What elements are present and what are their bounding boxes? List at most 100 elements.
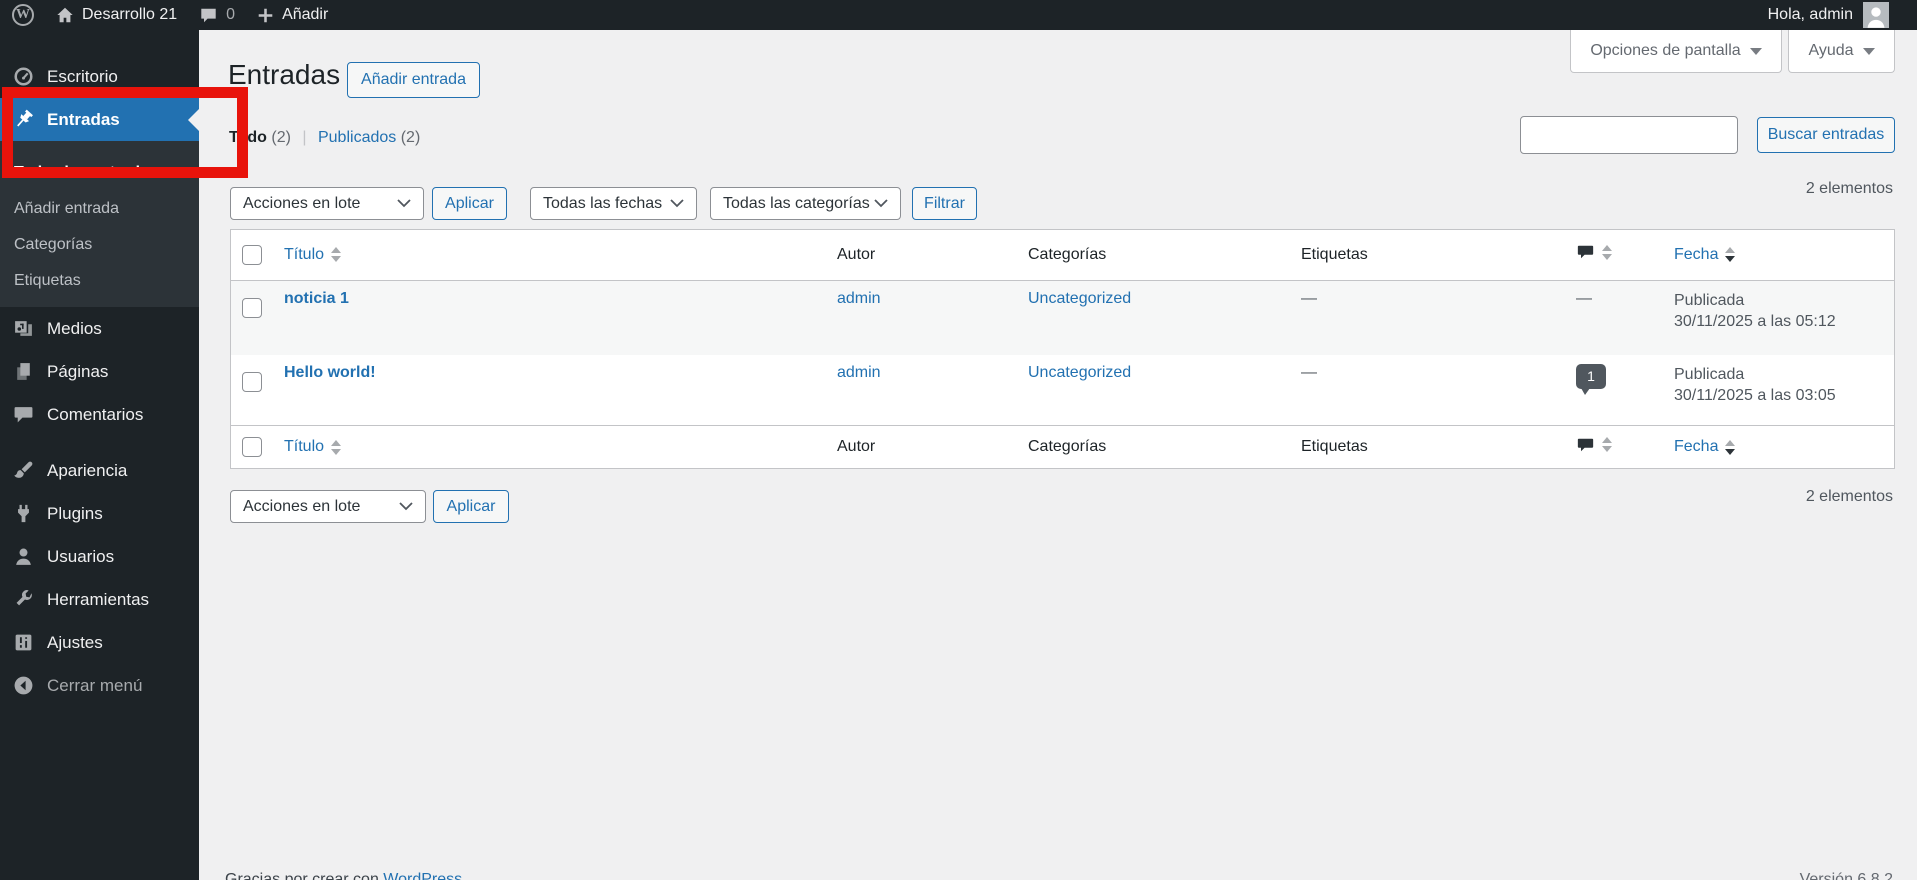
submenu-label: Añadir entrada — [14, 200, 119, 217]
sort-by-title-link[interactable]: Título — [284, 245, 342, 264]
sidebar-item-cerrar-menu[interactable]: Cerrar menú — [0, 664, 199, 707]
row-author-cell: admin — [837, 355, 1028, 382]
chevron-down-icon — [399, 502, 413, 511]
view-all-link[interactable]: Todo — [229, 129, 267, 146]
row-tags-cell: — — [1301, 364, 1317, 382]
author-link[interactable]: admin — [837, 290, 881, 307]
filter-button[interactable]: Filtrar — [912, 187, 977, 220]
bulk-actions-value: Acciones en lote — [243, 497, 361, 515]
apply-button-bottom[interactable]: Aplicar — [433, 490, 509, 523]
sidebar-item-entradas[interactable]: Entradas — [0, 98, 199, 141]
category-link[interactable]: Uncategorized — [1028, 290, 1131, 307]
comment-bubble-icon — [1576, 436, 1595, 454]
apply-button-top[interactable]: Aplicar — [432, 187, 507, 220]
table-row: Hello world! admin Uncategorized — 1 Pub… — [231, 355, 1894, 426]
sidebar-item-paginas[interactable]: Páginas — [0, 350, 199, 393]
categories-filter-select[interactable]: Todas las categorías — [710, 187, 901, 220]
site-name-link[interactable]: Desarrollo 21 — [56, 6, 177, 24]
sidebar-item-label: Plugins — [47, 503, 103, 523]
sort-by-date-link[interactable]: Fecha — [1674, 245, 1736, 264]
screen-options-label: Opciones de pantalla — [1590, 42, 1741, 59]
header-checkbox-cell — [231, 437, 284, 458]
sidebar-item-plugins[interactable]: Plugins — [0, 492, 199, 535]
header-title-label: Título — [284, 245, 325, 263]
wordpress-link[interactable]: WordPress. — [383, 871, 466, 880]
sidebar-item-label: Herramientas — [47, 589, 150, 609]
sort-by-comments-link[interactable] — [1576, 436, 1612, 454]
posts-table: Título Autor Categorías Etiquetas Fecha … — [230, 229, 1895, 469]
row-category-cell: Uncategorized — [1028, 281, 1301, 308]
footer-thanks-text: Gracias por crear con — [225, 871, 384, 880]
header-title: Título — [284, 438, 837, 456]
search-posts-input[interactable] — [1520, 116, 1738, 154]
add-post-button[interactable]: Añadir entrada — [347, 62, 480, 98]
post-date: 30/11/2025 a las 05:12 — [1674, 312, 1836, 330]
chevron-down-icon — [1749, 47, 1762, 55]
dates-filter-value: Todas las fechas — [543, 194, 663, 212]
categories-filter-value: Todas las categorías — [723, 194, 870, 212]
page-title: Entradas — [228, 59, 341, 90]
view-published-link[interactable]: Publicados — [318, 129, 396, 146]
admin-bar-comments[interactable]: 0 — [199, 6, 235, 24]
sidebar-item-ajustes[interactable]: Ajustes — [0, 621, 199, 664]
footer-version: Versión 6.8.2 — [1799, 871, 1893, 880]
search-posts-button[interactable]: Buscar entradas — [1757, 117, 1895, 153]
sidebar-item-escritorio[interactable]: Escritorio — [0, 55, 199, 98]
sidebar-item-label: Cerrar menú — [47, 675, 143, 695]
dashboard-icon — [12, 66, 34, 88]
select-all-checkbox[interactable] — [242, 244, 262, 265]
sort-by-comments-link[interactable] — [1576, 243, 1612, 261]
new-content-menu[interactable]: Añadir — [257, 6, 328, 24]
plus-icon — [257, 7, 274, 24]
row-checkbox[interactable] — [242, 372, 262, 393]
header-comments — [1576, 243, 1674, 266]
sidebar-item-usuarios[interactable]: Usuarios — [0, 535, 199, 578]
screen-options-button[interactable]: Opciones de pantalla — [1570, 30, 1782, 73]
row-title-cell: noticia 1 — [284, 281, 837, 308]
submenu-anadir-entrada[interactable]: Añadir entrada — [0, 191, 199, 227]
dates-filter-select[interactable]: Todas las fechas — [530, 187, 697, 220]
wordpress-logo-menu[interactable]: W — [12, 4, 34, 26]
row-comments-cell: 1 — [1576, 355, 1674, 396]
header-date: Fecha — [1674, 246, 1894, 264]
sidebar-item-medios[interactable]: Medios — [0, 307, 199, 350]
author-link[interactable]: admin — [837, 364, 881, 381]
submenu-etiquetas[interactable]: Etiquetas — [0, 263, 199, 299]
sort-arrows-icon — [1602, 437, 1612, 453]
header-author: Autor — [837, 438, 876, 456]
select-all-checkbox[interactable] — [242, 437, 262, 458]
sidebar-item-herramientas[interactable]: Herramientas — [0, 578, 199, 621]
submenu-todas-las-entradas[interactable]: Todas las entradas — [0, 155, 199, 191]
comment-bubble-icon — [1576, 243, 1595, 261]
entradas-submenu: Todas las entradas Añadir entrada Catego… — [0, 141, 199, 307]
bulk-actions-select-top[interactable]: Acciones en lote — [230, 187, 424, 220]
sidebar-item-label: Usuarios — [47, 546, 115, 566]
admin-bar-right: Hola, admin — [1768, 2, 1917, 28]
sort-by-date-link[interactable]: Fecha — [1674, 438, 1736, 456]
row-author-cell: admin — [837, 281, 1028, 308]
category-link[interactable]: Uncategorized — [1028, 364, 1131, 381]
pages-icon — [12, 361, 34, 383]
settings-sliders-icon — [12, 632, 34, 654]
post-title-link[interactable]: Hello world! — [284, 364, 376, 381]
sidebar-item-label: Entradas — [47, 109, 120, 129]
help-button[interactable]: Ayuda — [1788, 30, 1895, 73]
view-all-count: (2) — [271, 129, 291, 146]
sidebar-item-comentarios[interactable]: Comentarios — [0, 393, 199, 436]
header-date-label: Fecha — [1674, 245, 1719, 263]
table-header-row: Título Autor Categorías Etiquetas Fecha — [231, 230, 1894, 281]
sidebar-item-label: Páginas — [47, 361, 109, 381]
avatar[interactable] — [1863, 2, 1889, 28]
row-checkbox[interactable] — [242, 297, 262, 318]
account-greeting[interactable]: Hola, admin — [1768, 6, 1853, 24]
sort-by-title-link[interactable]: Título — [284, 438, 342, 456]
comment-count-badge[interactable]: 1 — [1576, 364, 1606, 396]
post-status: Publicada — [1674, 366, 1745, 384]
admin-bar: W Desarrollo 21 0 Añadir Hola, admin — [0, 0, 1917, 30]
submenu-categorias[interactable]: Categorías — [0, 227, 199, 263]
pushpin-icon — [12, 109, 34, 131]
bulk-actions-select-bottom[interactable]: Acciones en lote — [230, 490, 426, 523]
wrench-icon — [12, 589, 34, 611]
post-title-link[interactable]: noticia 1 — [284, 290, 349, 307]
sidebar-item-apariencia[interactable]: Apariencia — [0, 449, 199, 492]
